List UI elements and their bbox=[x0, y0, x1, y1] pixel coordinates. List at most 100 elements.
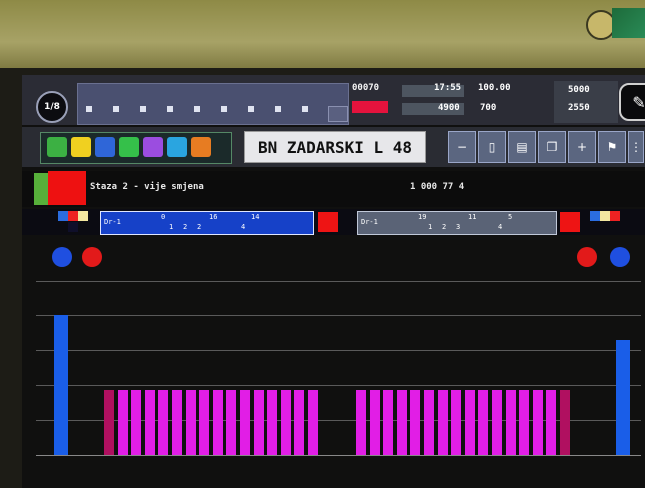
stat-value: 00070 bbox=[352, 83, 380, 93]
channel-meter-bar bbox=[267, 390, 278, 455]
tools-right: − ▯ ▤ ❐ + ⚑ ⋮ bbox=[448, 131, 645, 163]
meter-panel bbox=[36, 265, 641, 488]
top-toolbar: 1/8 00070 17:55 100.00 4900 700 5000 255… bbox=[22, 75, 645, 125]
channel-meter-bar bbox=[383, 390, 394, 455]
channel-meter-bar bbox=[478, 390, 489, 455]
track-indicator bbox=[68, 211, 78, 221]
page-indicator[interactable]: 1/8 bbox=[36, 91, 68, 123]
station-title: BN ZADARSKI L 48 bbox=[244, 131, 426, 163]
signal-red-left bbox=[318, 212, 338, 232]
channel-meter-bar bbox=[560, 390, 570, 455]
plus-button[interactable]: + bbox=[568, 131, 596, 163]
stats-panel: 00070 17:55 100.00 4900 700 bbox=[352, 81, 552, 123]
door-icon: ▯ bbox=[488, 140, 496, 154]
status-green-indicator bbox=[34, 173, 48, 205]
overview-panel[interactable] bbox=[77, 83, 349, 125]
wall-sign bbox=[612, 8, 645, 38]
segment-value: 1 bbox=[169, 223, 174, 231]
channel-meter-bar bbox=[280, 390, 291, 455]
background-wall bbox=[0, 0, 645, 70]
grid-icon[interactable] bbox=[119, 137, 139, 157]
channel-meter-bar bbox=[144, 390, 155, 455]
secondary-toolbar: BN ZADARSKI L 48 − ▯ ▤ ❐ + ⚑ ⋮ bbox=[22, 127, 645, 167]
channel-meter-bar bbox=[199, 390, 210, 455]
track-indicator bbox=[590, 211, 600, 221]
channel-meter-bar bbox=[532, 390, 543, 455]
segment-value: 1 bbox=[428, 223, 433, 231]
signal-red-right bbox=[560, 212, 580, 232]
flag-icon: ⚑ bbox=[606, 140, 618, 154]
segment-label: Dr-1 bbox=[361, 218, 378, 226]
minus-button[interactable]: − bbox=[448, 131, 476, 163]
track-segment-left[interactable]: Dr-1 0 16 14 1 2 2 4 bbox=[100, 211, 314, 235]
channel-meter-bar bbox=[424, 390, 434, 455]
overview-dot bbox=[221, 106, 227, 112]
channel-meter-bar bbox=[396, 390, 407, 455]
copy-button[interactable]: ❐ bbox=[538, 131, 566, 163]
channel-meter-bar bbox=[226, 390, 237, 455]
grid-line bbox=[36, 281, 641, 282]
stat-value: 4900 bbox=[438, 103, 460, 113]
channel-meter-bar bbox=[369, 390, 380, 455]
alarm-indicator[interactable] bbox=[48, 171, 86, 205]
overview-dot bbox=[275, 106, 281, 112]
track-indicator bbox=[68, 222, 78, 232]
lamp-blue-right bbox=[610, 247, 630, 267]
track-indicator bbox=[610, 211, 620, 221]
segment-value: 3 bbox=[456, 223, 461, 231]
track-indicator bbox=[58, 211, 68, 221]
route-text: Staza 2 - vije smjena bbox=[90, 182, 204, 192]
stats-side-panel: 5000 2550 bbox=[554, 81, 618, 123]
segment-value: 0 bbox=[161, 213, 166, 221]
overview-dot bbox=[302, 106, 308, 112]
pencil-icon: ✎ bbox=[632, 92, 645, 112]
stat-value: 700 bbox=[480, 103, 497, 113]
grid-line bbox=[36, 315, 641, 316]
stat-value: 100.00 bbox=[478, 83, 511, 93]
more-button[interactable]: ⋮ bbox=[628, 131, 644, 163]
track-indicator bbox=[78, 211, 88, 221]
segment-value: 11 bbox=[468, 213, 477, 221]
overview-dot bbox=[194, 106, 200, 112]
channel-meter-bar bbox=[546, 390, 557, 455]
segment-value: 14 bbox=[251, 213, 260, 221]
settings-icon[interactable] bbox=[191, 137, 211, 157]
channel-meter-bar bbox=[172, 390, 182, 455]
channel-meter-bar bbox=[308, 390, 318, 455]
flag-button[interactable]: ⚑ bbox=[598, 131, 626, 163]
segment-value: 2 bbox=[442, 223, 447, 231]
tool-icon-group[interactable] bbox=[40, 132, 232, 164]
overview-dot bbox=[86, 106, 92, 112]
lamp-red-left bbox=[82, 247, 102, 267]
segment-value: 16 bbox=[209, 213, 218, 221]
page-button[interactable]: ▤ bbox=[508, 131, 536, 163]
overview-dot bbox=[167, 106, 173, 112]
segment-value: 19 bbox=[418, 213, 427, 221]
edit-button[interactable]: ✎ bbox=[619, 83, 645, 121]
speed-text: 1 000 77 4 bbox=[410, 182, 465, 192]
stat-value: 17:55 bbox=[434, 83, 462, 93]
overview-dot bbox=[140, 106, 146, 112]
channel-meter-bar bbox=[464, 390, 475, 455]
network-icon[interactable] bbox=[95, 137, 115, 157]
segment-value: 4 bbox=[241, 223, 246, 231]
channel-meter-bar bbox=[131, 390, 142, 455]
monitor-screen: 1/8 00070 17:55 100.00 4900 700 5000 255… bbox=[22, 75, 645, 488]
warning-icon[interactable] bbox=[71, 137, 91, 157]
overview-dot bbox=[113, 106, 119, 112]
map-icon[interactable] bbox=[167, 137, 187, 157]
door-button[interactable]: ▯ bbox=[478, 131, 506, 163]
palette-icon[interactable] bbox=[143, 137, 163, 157]
lamp-blue-left bbox=[52, 247, 72, 267]
channel-meter-bar bbox=[253, 390, 264, 455]
minus-icon: − bbox=[456, 140, 468, 154]
track-strip: Dr-1 0 16 14 1 2 2 4 Dr-1 19 11 5 1 2 3 … bbox=[22, 209, 645, 235]
track-segment-right[interactable]: Dr-1 19 11 5 1 2 3 4 bbox=[357, 211, 557, 235]
channel-meter-bar bbox=[158, 390, 169, 455]
overview-input[interactable] bbox=[328, 106, 348, 122]
channel-meter-bar bbox=[519, 390, 530, 455]
segment-label: Dr-1 bbox=[104, 218, 121, 226]
stat-value: 2550 bbox=[568, 103, 590, 113]
green-tool-icon[interactable] bbox=[47, 137, 67, 157]
overview-dot bbox=[248, 106, 254, 112]
